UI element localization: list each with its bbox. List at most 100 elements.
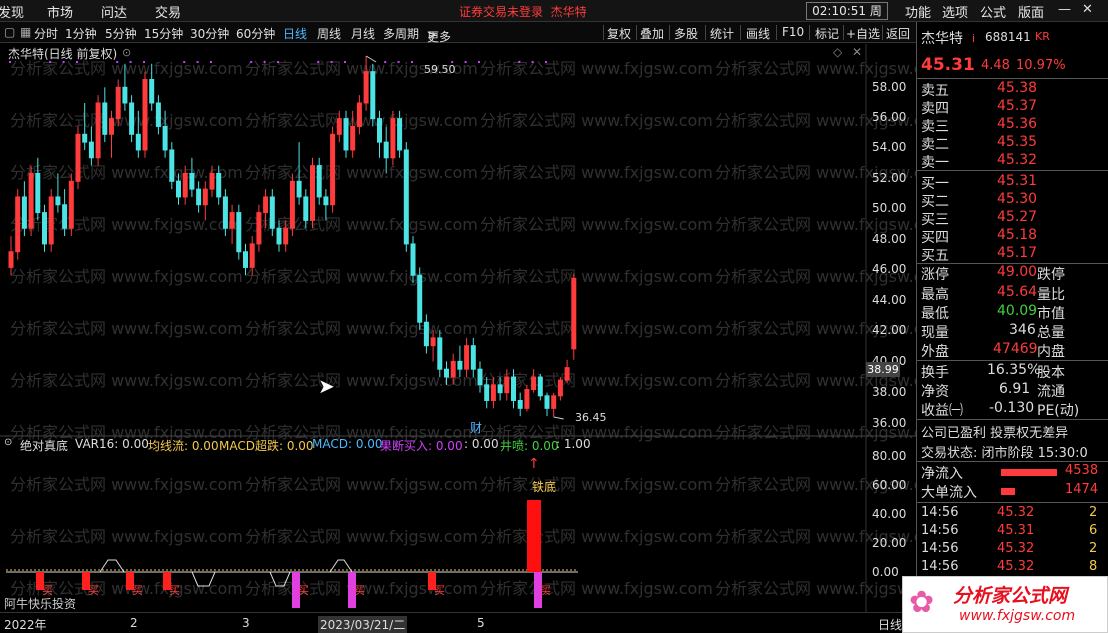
action-adjust[interactable]: 复权 bbox=[607, 25, 631, 42]
indicator-value: MACD超跌: 0.00 bbox=[219, 439, 314, 453]
signal-dot bbox=[397, 61, 400, 63]
period-30min[interactable]: 30分钟 bbox=[190, 25, 229, 42]
action-f10[interactable]: F10 bbox=[782, 25, 804, 39]
stat-value: 49.00 bbox=[997, 264, 1038, 280]
candle-body bbox=[8, 251, 14, 268]
site-logo: ✿ 分析家公式网 www.fxjgsw.com bbox=[902, 576, 1108, 633]
menu-trade[interactable]: 交易 bbox=[155, 2, 181, 21]
stat-value: 16.35% bbox=[987, 362, 1041, 378]
menu-discover[interactable]: 发现 bbox=[0, 2, 24, 21]
candle-body bbox=[229, 212, 235, 229]
signal-dot bbox=[545, 61, 547, 63]
stat-label-right: PE(动) bbox=[1037, 403, 1080, 419]
candle-body bbox=[557, 379, 563, 397]
tick-volume: 6 bbox=[1089, 523, 1098, 538]
candle-body bbox=[135, 133, 141, 151]
indicator-dip bbox=[269, 571, 291, 587]
close-icon[interactable]: ✕ bbox=[1082, 2, 1093, 17]
toolbar-left-icon[interactable]: ▢ bbox=[4, 25, 15, 39]
flower-logo-icon: ✿ bbox=[909, 585, 935, 620]
bid-label: 买一 bbox=[921, 176, 949, 192]
menu-wenda[interactable]: 问达 bbox=[101, 2, 127, 21]
buy-label: 买 bbox=[88, 584, 99, 597]
signal-dot bbox=[143, 61, 145, 63]
login-alert[interactable]: 证券交易未登录 杰华特 bbox=[459, 3, 587, 20]
candle-body bbox=[296, 180, 302, 198]
tick-volume: 2 bbox=[1089, 541, 1098, 556]
ask-price: 45.32 bbox=[997, 152, 1038, 168]
candle-body bbox=[15, 196, 21, 253]
candle-body bbox=[531, 376, 537, 391]
low-annotation: 36.45 bbox=[575, 411, 607, 424]
candle-body bbox=[142, 78, 148, 151]
stat-label: 涨停 bbox=[921, 267, 949, 283]
candle-body bbox=[249, 243, 255, 268]
candle-body bbox=[189, 172, 195, 190]
candle-body bbox=[336, 118, 342, 135]
period-monthly[interactable]: 月线 bbox=[351, 25, 375, 42]
signal-dot bbox=[116, 61, 119, 63]
menu-options[interactable]: 选项 bbox=[942, 2, 968, 21]
chevron-right-icon: > bbox=[427, 28, 438, 42]
bid-price: 45.31 bbox=[997, 173, 1038, 189]
indicator-value: VAR16: 0.00 bbox=[75, 437, 149, 451]
minimize-icon[interactable]: — bbox=[1058, 2, 1071, 17]
quote-flag: i bbox=[972, 32, 976, 45]
action-stats[interactable]: 统计 bbox=[710, 25, 734, 42]
action-add-watchlist[interactable]: +自选 bbox=[846, 25, 880, 42]
price-tick: 54.00 bbox=[872, 140, 907, 154]
menu-layout[interactable]: 版面 bbox=[1018, 2, 1044, 21]
action-back[interactable]: 返回 bbox=[886, 25, 910, 42]
period-60min[interactable]: 60分钟 bbox=[236, 25, 275, 42]
action-draw[interactable]: 画线 bbox=[746, 25, 770, 42]
stat-value: 6.91 bbox=[999, 381, 1031, 397]
candle-body bbox=[236, 212, 242, 253]
period-1min[interactable]: 1分钟 bbox=[65, 25, 97, 42]
candle-body bbox=[102, 102, 108, 135]
finance-marker[interactable]: 财 bbox=[470, 419, 482, 436]
author-label: 阿牛快乐投资 bbox=[4, 597, 77, 611]
period-15min[interactable]: 15分钟 bbox=[144, 25, 183, 42]
indicator-tick: 40.00 bbox=[872, 507, 907, 521]
indicator-settings-icon[interactable]: ⊙ bbox=[4, 437, 12, 448]
stat-label: 最高 bbox=[921, 287, 949, 303]
period-5min[interactable]: 5分钟 bbox=[105, 25, 137, 42]
mouse-cursor-icon: ➤ bbox=[318, 374, 335, 398]
toolbar-grid-icon[interactable]: ▦ bbox=[20, 25, 31, 39]
candle-body bbox=[390, 118, 396, 159]
stat-label-right: 跌停 bbox=[1037, 267, 1065, 283]
period-daily[interactable]: 日线 bbox=[283, 25, 307, 42]
current-price-tag: 38.99 bbox=[866, 362, 900, 377]
flow-value: 1474 bbox=[1065, 482, 1099, 497]
signal-dot bbox=[263, 61, 266, 63]
ask-label: 卖二 bbox=[921, 137, 949, 153]
buy-label: 买 bbox=[434, 584, 445, 597]
quote-stock-name: 杰华特 bbox=[921, 31, 963, 47]
period-multi[interactable]: 多周期 bbox=[383, 25, 419, 42]
action-multistock[interactable]: 多股 bbox=[674, 25, 698, 42]
candle-body bbox=[383, 141, 389, 159]
stat-label: 净资 bbox=[921, 384, 949, 400]
period-tick[interactable]: 分时 bbox=[34, 25, 58, 42]
stat-label: 最低 bbox=[921, 306, 949, 322]
action-mark[interactable]: 标记 bbox=[815, 25, 839, 42]
period-label: 日线 bbox=[878, 618, 903, 632]
chart-area[interactable]: 杰华特(日线 前复权) ⊙ ◇ ✕ 买买买买买买买买 58.00 56.00 5… bbox=[0, 44, 916, 613]
signal-dot bbox=[196, 61, 199, 63]
candle-body bbox=[222, 196, 228, 229]
time-cursor-label: 2023/03/21/二 bbox=[318, 616, 408, 633]
menu-market[interactable]: 市场 bbox=[47, 2, 73, 21]
candle-body bbox=[283, 227, 289, 245]
candle-body bbox=[243, 251, 248, 268]
ask-label: 卖三 bbox=[921, 119, 949, 135]
menu-formula[interactable]: 公式 bbox=[980, 2, 1006, 21]
candle-body bbox=[55, 196, 61, 206]
candle-body bbox=[484, 384, 490, 402]
ask-price: 45.38 bbox=[997, 80, 1038, 96]
stat-value: 45.64 bbox=[997, 284, 1038, 300]
menu-function[interactable]: 功能 bbox=[905, 2, 931, 21]
period-weekly[interactable]: 周线 bbox=[317, 25, 341, 42]
candle-body bbox=[423, 321, 429, 347]
action-overlay[interactable]: 叠加 bbox=[640, 25, 664, 42]
ask-price: 45.37 bbox=[997, 98, 1038, 114]
